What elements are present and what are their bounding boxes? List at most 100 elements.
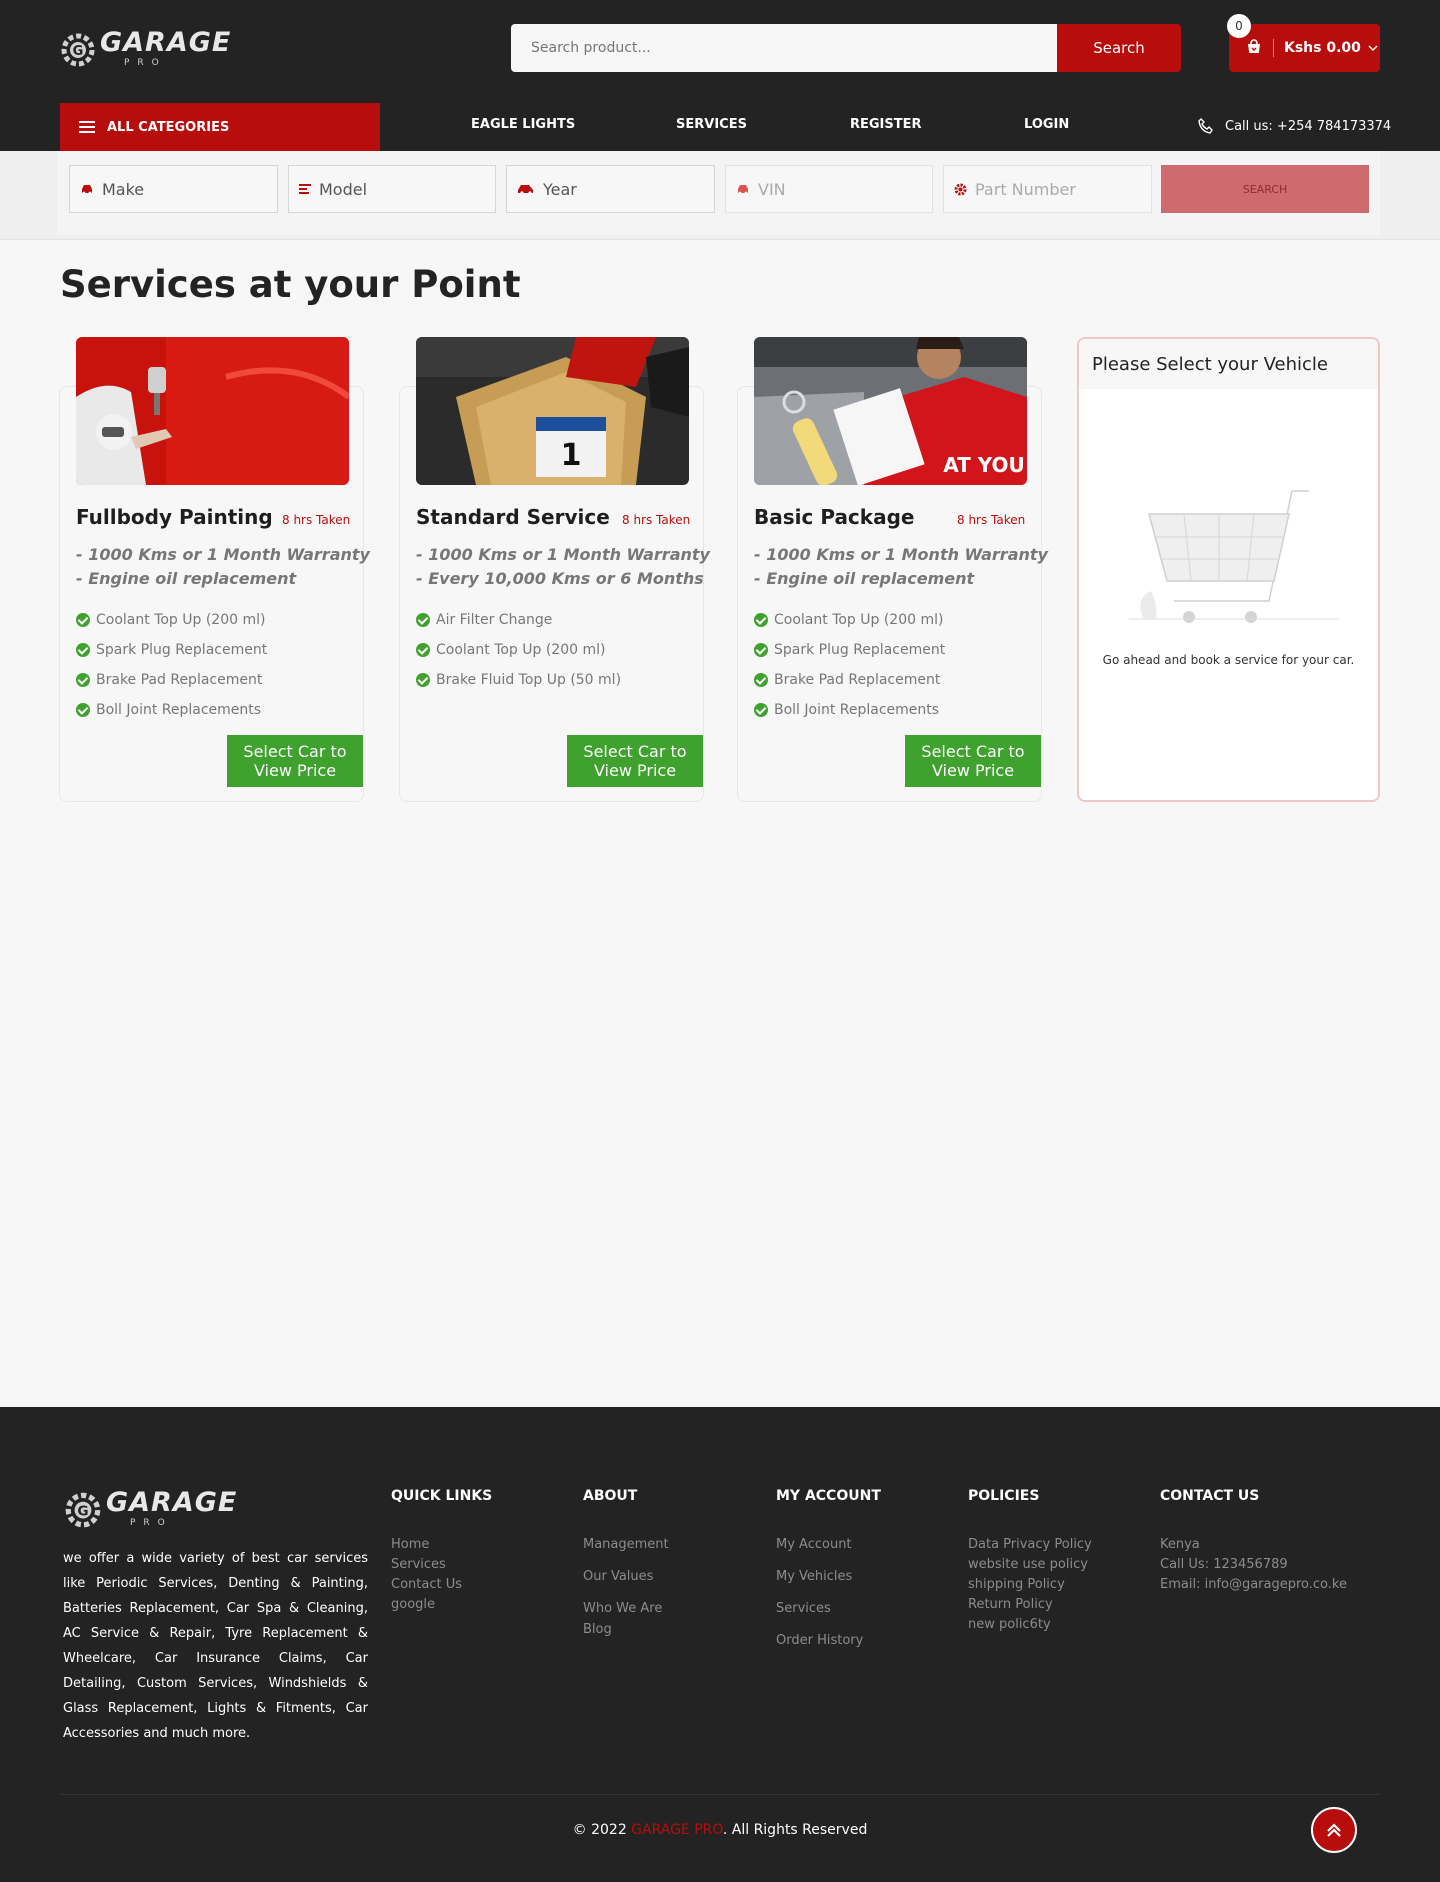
vehicle-panel: Please Select your Vehicle Go ahead and … [1077, 337, 1380, 802]
all-categories-label: ALL CATEGORIES [107, 119, 230, 135]
warranty-line: - Every 10,000 Kms or 6 Months [416, 569, 704, 588]
make-select[interactable]: Make [69, 165, 278, 213]
check-icon [416, 643, 430, 657]
footer-link-my-account[interactable]: My Account [776, 1529, 863, 1561]
scroll-to-top-button[interactable] [1311, 1807, 1357, 1853]
cart-button[interactable]: Kshs 0.00 [1229, 24, 1380, 72]
vehicle-panel-message: Go ahead and book a service for your car… [1102, 653, 1355, 667]
check-icon [754, 643, 768, 657]
model-label: Model [319, 179, 368, 199]
svg-text:AT YOU: AT YOU [943, 453, 1025, 477]
feature-item: Brake Pad Replacement [754, 665, 945, 695]
footer-contact-phone[interactable]: Call Us: 123456789 [1160, 1555, 1347, 1575]
site-logo[interactable]: G GARAGE PRO [60, 24, 232, 72]
footer-link-my-vehicles[interactable]: My Vehicles [776, 1561, 863, 1593]
check-icon [76, 613, 90, 627]
footer-link-google[interactable]: google [391, 1595, 462, 1615]
footer-link-values[interactable]: Our Values [583, 1561, 669, 1593]
footer-link-return[interactable]: Return Policy [968, 1595, 1092, 1615]
warranty-line: - 1000 Kms or 1 Month Warranty [754, 545, 1048, 564]
footer-link-services[interactable]: Services [391, 1555, 462, 1575]
footer-quick-links: Home Services Contact Us google [391, 1535, 462, 1615]
nav-login[interactable]: LOGIN [1024, 117, 1069, 132]
footer-link-who-we-are[interactable]: Who We Are [583, 1593, 669, 1625]
footer-link-services[interactable]: Services [776, 1593, 863, 1625]
feature-item: Air Filter Change [416, 605, 621, 635]
footer-link-blog[interactable]: Blog [583, 1623, 669, 1636]
feature-label: Spark Plug Replacement [774, 642, 946, 658]
make-label: Make [102, 179, 145, 199]
footer-link-home[interactable]: Home [391, 1535, 462, 1555]
service-title: Standard Service [416, 505, 610, 529]
service-image-painting [76, 337, 349, 485]
list-icon [299, 184, 311, 194]
select-car-button[interactable]: Select Car to View Price [905, 735, 1041, 787]
phone-icon [1198, 118, 1213, 134]
nav-services[interactable]: SERVICES [676, 117, 747, 132]
feature-label: Coolant Top Up (200 ml) [436, 642, 606, 658]
feature-item: Spark Plug Replacement [76, 635, 267, 665]
all-categories-button[interactable]: ALL CATEGORIES [60, 103, 380, 151]
service-features: Air Filter Change Coolant Top Up (200 ml… [416, 605, 621, 695]
nav-register[interactable]: REGISTER [850, 117, 922, 132]
logo-text: GARAGE [106, 1486, 238, 1518]
feature-label: Brake Pad Replacement [96, 672, 263, 688]
footer-link-shipping[interactable]: shipping Policy [968, 1575, 1092, 1595]
service-warranty: - 1000 Kms or 1 Month Warranty - Every 1… [416, 543, 710, 591]
footer-about-text: we offer a wide variety of best car serv… [63, 1551, 368, 1741]
menu-icon [79, 121, 95, 133]
service-features: Coolant Top Up (200 ml) Spark Plug Repla… [76, 605, 267, 725]
year-select[interactable]: Year [506, 165, 715, 213]
footer-account-links: My Account My Vehicles Services Order Hi… [776, 1529, 863, 1657]
select-car-button[interactable]: Select Car to View Price [567, 735, 703, 787]
check-icon [76, 703, 90, 717]
gear-logo-icon: G [65, 1492, 101, 1528]
svg-text:1: 1 [561, 438, 582, 473]
copyright-brand[interactable]: GARAGE PRO [631, 1822, 723, 1838]
footer-link-new-policy[interactable]: new polic6ty [968, 1615, 1092, 1635]
service-title: Basic Package [754, 505, 915, 529]
feature-label: Spark Plug Replacement [96, 642, 268, 658]
search-button[interactable]: Search [1057, 24, 1181, 72]
call-us[interactable]: Call us: +254 784173374 [1197, 117, 1391, 135]
filter-search-button[interactable]: SEARCH [1161, 165, 1369, 213]
logo-text: GARAGE [100, 26, 232, 58]
footer-about-title: ABOUT [583, 1488, 638, 1504]
service-features: Coolant Top Up (200 ml) Spark Plug Repla… [754, 605, 945, 725]
service-image-oil: 1 [416, 337, 689, 485]
warranty-line: - 1000 Kms or 1 Month Warranty [76, 545, 370, 564]
footer-policies-title: POLICIES [968, 1488, 1040, 1504]
model-select[interactable]: Model [288, 165, 496, 213]
empty-cart-icon [1129, 490, 1339, 623]
warranty-line: - Engine oil replacement [754, 569, 975, 588]
feature-item: Coolant Top Up (200 ml) [754, 605, 945, 635]
select-car-button[interactable]: Select Car to View Price [227, 735, 363, 787]
footer-logo[interactable]: G GARAGE PRO [64, 1485, 244, 1531]
warranty-line: - Engine oil replacement [76, 569, 297, 588]
feature-label: Coolant Top Up (200 ml) [96, 612, 266, 628]
footer-link-website-use[interactable]: website use policy [968, 1555, 1092, 1575]
feature-item: Boll Joint Replacements [754, 695, 945, 725]
chevron-down-icon [1368, 45, 1378, 51]
copyright-prefix: © 2022 [572, 1822, 632, 1838]
footer-link-contact[interactable]: Contact Us [391, 1575, 462, 1595]
footer-link-management[interactable]: Management [583, 1529, 669, 1561]
service-warranty: - 1000 Kms or 1 Month Warranty - Engine … [76, 543, 370, 591]
nav-eagle-lights[interactable]: EAGLE LIGHTS [471, 117, 575, 132]
feature-label: Brake Pad Replacement [774, 672, 941, 688]
feature-item: Spark Plug Replacement [754, 635, 945, 665]
footer-contact-country: Kenya [1160, 1537, 1200, 1552]
vin-input[interactable]: VIN [725, 165, 933, 213]
part-number-input[interactable]: Part Number [943, 165, 1152, 213]
footer-quick-links-title: QUICK LINKS [391, 1488, 493, 1504]
footer-link-order-history[interactable]: Order History [776, 1625, 863, 1657]
footer-contact-email[interactable]: Email: info@garagepro.co.ke [1160, 1575, 1347, 1595]
page-title: Services at your Point [60, 263, 521, 306]
feature-label: Boll Joint Replacements [774, 702, 940, 718]
svg-text:G: G [77, 1503, 88, 1519]
part-number-label: Part Number [975, 179, 1076, 199]
footer-link-privacy[interactable]: Data Privacy Policy [968, 1535, 1092, 1555]
search-input[interactable] [511, 24, 1057, 72]
cart-icon [1248, 39, 1260, 53]
feature-label: Coolant Top Up (200 ml) [774, 612, 944, 628]
